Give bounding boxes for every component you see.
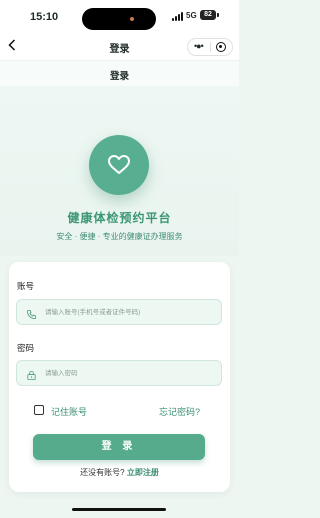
status-time: 15:10: [30, 11, 59, 23]
battery-icon: 82: [200, 10, 219, 20]
account-label: 账号: [17, 281, 35, 291]
heart-icon: [108, 155, 130, 174]
more-dots-icon[interactable]: •●•: [194, 41, 204, 51]
page-header: 登录: [0, 60, 239, 87]
app-logo: [89, 135, 149, 195]
login-card: 账号 密码 记住账号 忘记密码? 登 录 还没有账号? 立即注册: [9, 262, 230, 492]
target-icon[interactable]: [216, 42, 226, 52]
network-label: 5G: [186, 11, 197, 20]
account-field: [16, 299, 222, 325]
mini-program-capsule: •●•: [187, 38, 233, 56]
lock-icon: [26, 368, 37, 386]
forgot-password-link[interactable]: 忘记密码?: [159, 405, 200, 418]
app-subtitle: 安全 · 便捷 · 专业的健康证办理服务: [56, 232, 183, 241]
password-label: 密码: [17, 343, 35, 353]
register-prompt: 还没有账号?: [80, 468, 125, 477]
account-input[interactable]: [45, 300, 215, 324]
password-field: [16, 360, 222, 386]
phone-icon: [26, 307, 37, 325]
home-indicator: [72, 508, 166, 511]
signal-icon: [172, 12, 185, 21]
status-bar: 15:10 5G 82: [0, 0, 239, 34]
app-title: 健康体检预约平台: [67, 211, 172, 225]
password-input[interactable]: [45, 361, 215, 385]
remember-label[interactable]: 记住账号: [51, 405, 87, 418]
register-line: 还没有账号? 立即注册: [9, 467, 230, 478]
page-title: 登录: [109, 71, 129, 82]
nav-bar: 登录 •●•: [0, 34, 239, 60]
register-link[interactable]: 立即注册: [127, 468, 159, 477]
remember-checkbox[interactable]: [34, 405, 44, 415]
dynamic-island: [82, 8, 156, 30]
login-button[interactable]: 登 录: [33, 434, 205, 460]
